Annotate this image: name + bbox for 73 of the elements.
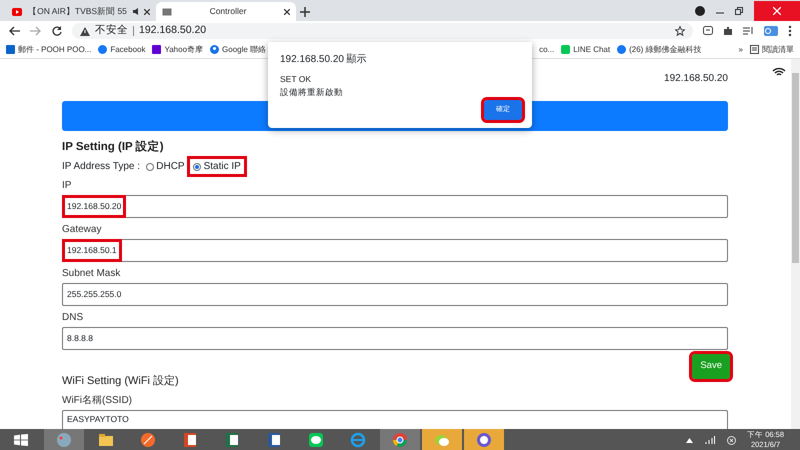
browser-icon: [350, 432, 366, 448]
more-bookmarks-button[interactable]: »: [738, 44, 743, 56]
bookmark[interactable]: 郵件 - POOH POO...: [6, 44, 92, 56]
field-label: WiFi名稱(SSID): [62, 394, 133, 408]
field-label: IP Address Type :: [62, 160, 140, 174]
dialog-message: SET OK: [280, 73, 312, 86]
field-label: DNS: [62, 311, 84, 326]
caret-icon[interactable]: [686, 438, 694, 442]
bookmark[interactable]: Yahoo奇摩: [152, 44, 204, 56]
radio-option[interactable]: DHCP: [142, 159, 188, 174]
restore-icon[interactable]: [735, 6, 743, 14]
taskbar-app[interactable]: [464, 429, 504, 450]
close-icon[interactable]: [284, 8, 290, 14]
document-icon: [182, 432, 198, 448]
speaker-icon: [133, 8, 140, 15]
reading-list-button[interactable]: 閱讀清單: [750, 44, 794, 56]
folder-icon: [98, 432, 114, 448]
browser-tab[interactable]: 【ON AIR】TVBS新聞 55: [6, 2, 156, 21]
url-text[interactable]: 192.168.50.20: [139, 23, 206, 39]
page-icon: [162, 8, 172, 16]
list-icon: [750, 45, 759, 54]
host-address: 192.168.50.20: [664, 72, 728, 86]
section-title: IP Setting (IP 設定): [62, 139, 164, 155]
circle-icon: [98, 45, 108, 54]
profile-icon[interactable]: [695, 6, 705, 16]
dialog-message: 設備將重新啟動: [280, 86, 344, 98]
browser-icon: [392, 432, 408, 448]
field-label: Subnet Mask: [62, 267, 122, 282]
radio-checked-icon: [192, 162, 201, 171]
bookmark[interactable]: Facebook: [98, 44, 146, 56]
address-bar[interactable]: 不安全 192.168.50.20: [72, 23, 693, 39]
bookmark[interactable]: co...: [539, 44, 554, 56]
close-icon: [773, 6, 781, 14]
back-icon[interactable]: [8, 26, 20, 36]
bookmark[interactable]: LINE Chat: [561, 44, 610, 56]
chat-icon: [561, 45, 570, 54]
warning-icon: [80, 26, 90, 36]
wifi-icon: [772, 67, 786, 77]
dialog-title: 192.168.50.20 顯示: [280, 52, 368, 67]
input-field[interactable]: 255.255.255.0: [62, 283, 728, 306]
close-icon[interactable]: [144, 8, 150, 14]
reload-icon[interactable]: [52, 26, 62, 36]
signal-icon[interactable]: [705, 436, 716, 444]
circle-icon: [476, 432, 492, 448]
windows-icon[interactable]: [14, 434, 28, 446]
square-icon: [152, 45, 162, 54]
more-icon[interactable]: [788, 25, 792, 37]
chat-icon: [434, 432, 450, 448]
extension-icon[interactable]: [703, 26, 713, 36]
chat-icon: [308, 432, 324, 448]
circle-icon: [617, 45, 626, 54]
radio-option[interactable]: Static IP: [190, 159, 244, 174]
field-label: IP: [62, 179, 72, 194]
play-icon: [12, 8, 22, 16]
translate-icon[interactable]: [764, 26, 778, 36]
browser-tab[interactable]: Controller: [156, 2, 296, 21]
document-icon: [266, 432, 282, 448]
input-field[interactable]: 192.168.50.1: [62, 239, 728, 262]
close-window-button[interactable]: [754, 0, 800, 20]
input-field[interactable]: 192.168.50.20: [62, 195, 728, 218]
bookmark[interactable]: (26) 綠郵佛金融科技: [617, 44, 702, 56]
section-title: WiFi Setting (WiFi 設定): [62, 374, 179, 388]
envelope-icon: [6, 45, 15, 54]
spreadsheet-icon: [224, 432, 240, 448]
radio-icon: [146, 162, 154, 171]
pen-icon: [140, 432, 156, 448]
star-icon[interactable]: [675, 26, 685, 36]
playlist-icon[interactable]: [743, 26, 754, 36]
security-label: 不安全: [95, 23, 128, 38]
input-field[interactable]: 8.8.8.8: [62, 327, 728, 350]
scrollbar-thumb[interactable]: [792, 73, 799, 263]
bookmark[interactable]: Google 聯絡: [210, 44, 266, 56]
field-label: Gateway: [62, 223, 102, 238]
